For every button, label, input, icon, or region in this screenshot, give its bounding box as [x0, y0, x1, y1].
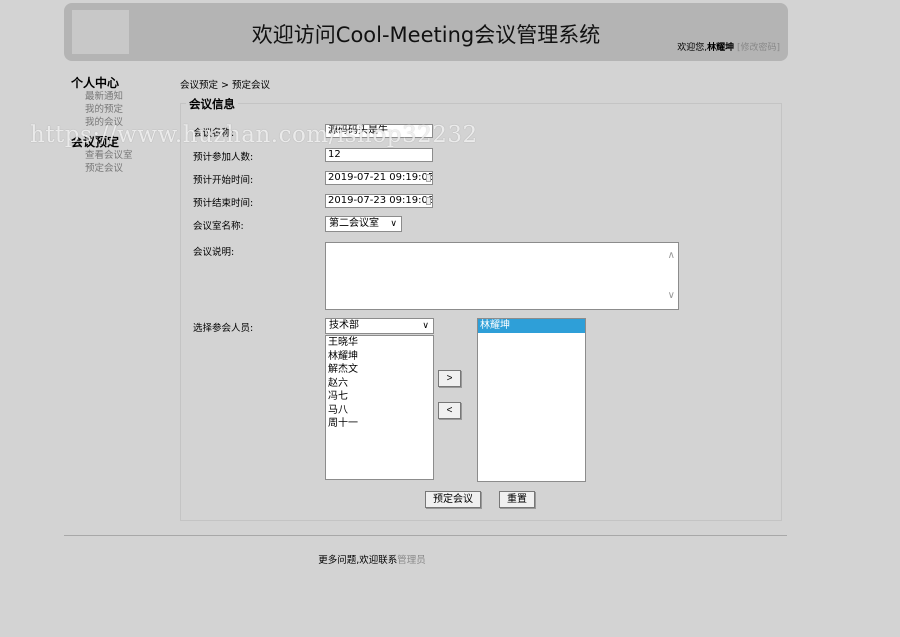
sidebar-item-view-rooms[interactable]: 查看会议室: [71, 149, 171, 162]
header: 欢迎访问Cool-Meeting会议管理系统 欢迎您,林耀坤 [修改密码]: [64, 3, 788, 61]
department-select[interactable]: 技术部 ∨: [325, 318, 434, 334]
sidebar-item-my-bookings[interactable]: 我的预定: [71, 103, 171, 116]
end-time-input[interactable]: 2019-07-23 09:19:08: [325, 194, 433, 208]
room-name-label: 会议室名称:: [193, 221, 244, 232]
chevron-down-icon: ∨: [390, 219, 397, 229]
start-time-input[interactable]: 2019-07-21 09:19:05: [325, 171, 433, 185]
remove-attendee-button[interactable]: <: [438, 402, 461, 419]
sidebar-item-book-meeting[interactable]: 预定会议: [71, 162, 171, 175]
fieldset-legend: 会议信息: [186, 96, 238, 112]
sidebar-item-latest-notice[interactable]: 最新通知: [71, 90, 171, 103]
username: 林耀坤: [707, 43, 735, 53]
list-item[interactable]: 林耀坤: [326, 350, 433, 364]
list-item[interactable]: 王晓华: [326, 336, 433, 350]
footer-text: 更多问题,欢迎联系: [318, 555, 398, 566]
end-time-label: 预计结束时间:: [193, 198, 254, 209]
sidebar-heading-personal: 个人中心: [71, 76, 120, 90]
selected-people-list[interactable]: 林耀坤: [477, 318, 586, 482]
breadcrumb: 会议预定 > 预定会议: [180, 80, 270, 91]
calendar-icon[interactable]: [426, 174, 431, 182]
description-label: 会议说明:: [193, 247, 235, 258]
admin-contact-link[interactable]: 管理员: [397, 555, 426, 566]
list-item[interactable]: 马八: [326, 404, 433, 418]
start-time-label: 预计开始时间:: [193, 175, 254, 186]
meeting-name-input[interactable]: 源码码头是牛: [325, 124, 433, 138]
department-select-value: 技术部: [329, 320, 359, 331]
scroll-up-icon[interactable]: ∧: [668, 251, 675, 261]
description-textarea[interactable]: ∧ ∨: [325, 242, 679, 310]
change-password-link[interactable]: [修改密码]: [737, 43, 780, 53]
book-meeting-button[interactable]: 预定会议: [425, 491, 481, 508]
sidebar: 个人中心 最新通知 我的预定 我的会议 会议预定 查看会议室 预定会议: [71, 76, 171, 175]
list-item[interactable]: 冯七: [326, 390, 433, 404]
list-item[interactable]: 周十一: [326, 417, 433, 431]
footer-divider: [64, 535, 787, 536]
calendar-icon[interactable]: [426, 197, 431, 205]
attendee-count-label: 预计参加人数:: [193, 152, 254, 163]
add-attendee-button[interactable]: >: [438, 370, 461, 387]
reset-button[interactable]: 重置: [499, 491, 535, 508]
list-item[interactable]: 林耀坤: [478, 319, 585, 333]
footer: 更多问题,欢迎联系管理员: [0, 552, 744, 566]
meeting-name-label: 会议名称:: [193, 128, 235, 139]
available-people-list[interactable]: 王晓华 林耀坤 解杰文 赵六 冯七 马八 周十一: [325, 335, 434, 480]
sidebar-item-my-meetings[interactable]: 我的会议: [71, 116, 171, 129]
attendees-label: 选择参会人员:: [193, 323, 254, 334]
room-select[interactable]: 第二会议室 ∨: [325, 216, 402, 232]
list-item[interactable]: 赵六: [326, 377, 433, 391]
attendee-count-input[interactable]: 12: [325, 148, 433, 162]
user-info: 欢迎您,林耀坤 [修改密码]: [677, 40, 780, 53]
start-time-value: 2019-07-21 09:19:05: [328, 172, 433, 183]
room-select-value: 第二会议室: [329, 218, 379, 229]
chevron-down-icon: ∨: [422, 321, 429, 331]
end-time-value: 2019-07-23 09:19:08: [328, 195, 433, 206]
welcome-text: 欢迎您,: [677, 43, 708, 53]
scroll-down-icon[interactable]: ∨: [668, 291, 675, 301]
sidebar-heading-booking: 会议预定: [71, 135, 120, 149]
list-item[interactable]: 解杰文: [326, 363, 433, 377]
